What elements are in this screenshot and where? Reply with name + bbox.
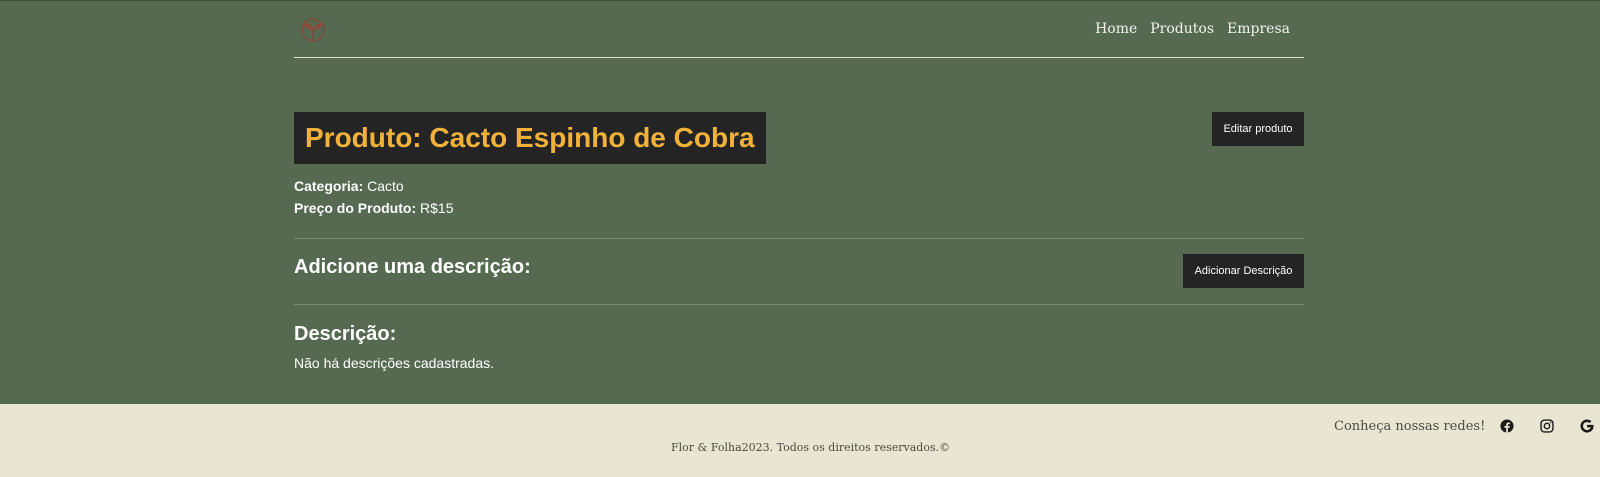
navbar: Home Produtos Empresa bbox=[294, 10, 1304, 58]
category-label: Categoria: bbox=[294, 178, 364, 194]
socials-label: Conheça nossas redes! bbox=[1334, 418, 1486, 434]
footer: Flor & Folha2023. Todos os direitos rese… bbox=[0, 404, 1600, 477]
description-heading: Descrição: bbox=[294, 323, 397, 345]
add-description-button[interactable]: Adicionar Descrição bbox=[1183, 254, 1304, 288]
product-title-box: Produto: Cacto Espinho de Cobra bbox=[294, 112, 766, 164]
nav-empresa[interactable]: Empresa bbox=[1227, 21, 1290, 37]
product-price: Preço do Produto: R$15 bbox=[294, 200, 453, 216]
category-value: Cacto bbox=[367, 178, 404, 194]
divider bbox=[294, 304, 1304, 305]
top-border bbox=[0, 0, 1600, 1]
nav-home[interactable]: Home bbox=[1095, 21, 1137, 37]
nav-produtos[interactable]: Produtos bbox=[1150, 21, 1214, 37]
divider bbox=[294, 238, 1304, 239]
main-section: Home Produtos Empresa Produto: Cacto Esp… bbox=[0, 0, 1600, 404]
footer-copyright: Flor & Folha2023. Todos os direitos rese… bbox=[671, 441, 951, 454]
product-category: Categoria: Cacto bbox=[294, 178, 404, 194]
google-icon[interactable] bbox=[1579, 418, 1595, 434]
price-value: R$15 bbox=[420, 200, 454, 216]
instagram-icon[interactable] bbox=[1539, 418, 1555, 434]
product-title: Produto: Cacto Espinho de Cobra bbox=[305, 122, 755, 153]
nav-links: Home Produtos Empresa bbox=[1095, 21, 1290, 37]
sprout-logo-icon[interactable] bbox=[298, 15, 328, 45]
description-empty-text: Não há descrições cadastradas. bbox=[294, 355, 494, 371]
facebook-icon[interactable] bbox=[1499, 418, 1515, 434]
add-description-heading: Adicione uma descrição: bbox=[294, 256, 531, 278]
price-label: Preço do Produto: bbox=[294, 200, 417, 216]
footer-socials: Conheça nossas redes! bbox=[1334, 418, 1595, 434]
edit-product-button[interactable]: Editar produto bbox=[1212, 112, 1304, 146]
